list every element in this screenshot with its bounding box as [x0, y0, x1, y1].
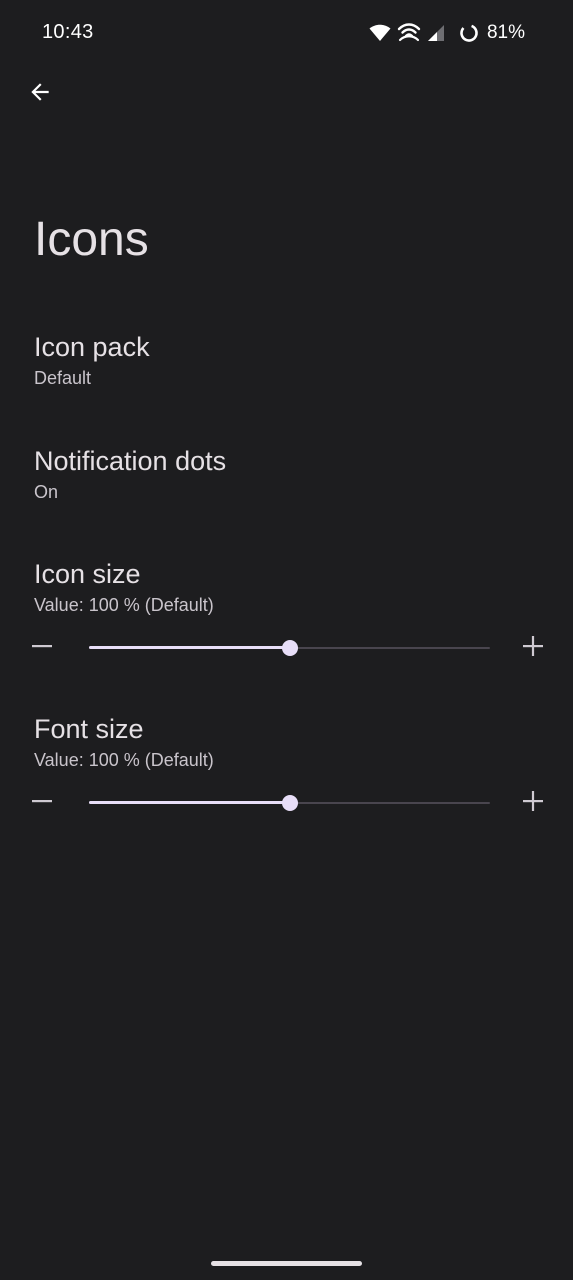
notification-dots-preference[interactable]: Notification dots On	[34, 444, 539, 504]
icon-size-summary: Value: 100 % (Default)	[34, 595, 214, 615]
notification-dots-title: Notification dots	[34, 446, 227, 476]
font-size-slider[interactable]	[89, 783, 490, 823]
arrow-back-icon	[27, 79, 53, 110]
minus-icon	[31, 790, 53, 817]
slider-thumb[interactable]	[281, 640, 298, 656]
battery-percent: 81%	[486, 22, 525, 43]
icon-pack-title: Icon pack	[34, 332, 150, 362]
plus-icon	[522, 635, 544, 662]
icon-pack-summary: Default	[34, 368, 92, 388]
icon-size-preference: Icon size Value: 100 % (Default)	[34, 557, 539, 617]
font-size-summary: Value: 100 % (Default)	[34, 750, 214, 770]
icon-size-slider-row	[22, 628, 553, 668]
font-size-slider-row	[22, 783, 553, 823]
page-title: Icons	[34, 213, 149, 266]
font-size-preference: Font size Value: 100 % (Default)	[34, 712, 539, 772]
font-size-title: Font size	[34, 714, 144, 744]
battery-saver-ring-icon	[459, 23, 479, 43]
cell-signal-icon	[427, 24, 445, 42]
font-size-decrease-button[interactable]	[22, 783, 62, 823]
slider-thumb[interactable]	[281, 795, 298, 811]
icon-size-slider[interactable]	[89, 628, 490, 668]
status-time: 10:43	[42, 21, 94, 43]
slider-active-track	[89, 646, 290, 649]
icon-size-decrease-button[interactable]	[22, 628, 62, 668]
icon-size-title: Icon size	[34, 559, 141, 589]
slider-active-track	[89, 801, 290, 804]
minus-icon	[31, 635, 53, 662]
wifi-icon	[369, 24, 391, 42]
icon-size-increase-button[interactable]	[513, 628, 553, 668]
plus-icon	[522, 790, 544, 817]
font-size-increase-button[interactable]	[513, 783, 553, 823]
notification-dots-summary: On	[34, 482, 59, 502]
status-bar: 10:43 81%	[0, 0, 573, 66]
icon-pack-preference[interactable]: Icon pack Default	[34, 330, 539, 390]
gesture-navigation-bar[interactable]	[211, 1261, 362, 1266]
hotspot-icon	[397, 23, 421, 43]
back-button[interactable]	[20, 74, 60, 114]
status-icons: 81%	[369, 20, 525, 46]
